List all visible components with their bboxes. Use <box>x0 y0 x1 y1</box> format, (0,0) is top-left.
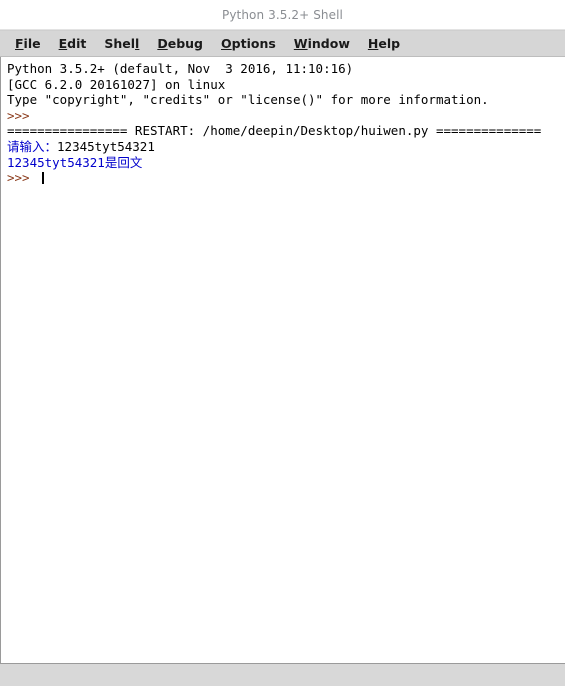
menu-item-file[interactable]: File <box>6 34 50 53</box>
menu-debug-rest: ebug <box>167 36 204 51</box>
menu-shell-pre: Shel <box>104 36 136 51</box>
shell-line-result: 12345tyt54321是回文 <box>7 154 143 170</box>
prompt-marker: >>> <box>7 107 38 123</box>
menu-shell-mnemonic: l <box>135 36 140 51</box>
shell-area: Python 3.5.2+ (default, Nov 3 2016, 11:1… <box>0 57 565 686</box>
menu-item-window[interactable]: Window <box>285 34 359 53</box>
menu-item-help[interactable]: Help <box>359 34 409 53</box>
menu-edit-rest: dit <box>67 36 87 51</box>
menu-window-rest: indow <box>307 36 350 51</box>
menu-item-options[interactable]: Options <box>212 34 285 53</box>
status-bar <box>0 664 565 686</box>
shell-line-input-prompt: 请输入：12345tyt54321 <box>7 139 565 155</box>
shell-line-banner-2: [GCC 6.2.0 20161027] on linux <box>7 76 226 92</box>
input-prompt-text: 请输入： <box>7 138 58 154</box>
shell-line-banner-1: Python 3.5.2+ (default, Nov 3 2016, 11:1… <box>7 61 354 76</box>
text-cursor <box>42 172 45 185</box>
menu-bar: File Edit Shell Debug Options Window Hel… <box>0 30 565 57</box>
shell-line-banner-3: Type "copyright", "credits" or "license(… <box>7 92 489 108</box>
menu-item-debug[interactable]: Debug <box>148 34 212 53</box>
shell-text-output[interactable]: Python 3.5.2+ (default, Nov 3 2016, 11:1… <box>0 57 565 664</box>
menu-help-rest: elp <box>378 36 401 51</box>
menu-file-mnemonic: F <box>15 36 24 51</box>
menu-file-rest: ile <box>23 36 41 51</box>
prompt-marker-active: >>> <box>7 170 38 186</box>
python-idle-shell-window: Python 3.5.2+ Shell File Edit Shell Debu… <box>0 0 565 686</box>
menu-options-mnemonic: O <box>221 36 232 51</box>
shell-line-restart: ================ RESTART: /home/deepin/D… <box>7 123 542 139</box>
menu-window-mnemonic: W <box>293 36 308 51</box>
menu-debug-mnemonic: D <box>157 36 168 51</box>
menu-edit-mnemonic: E <box>58 36 68 51</box>
shell-line-prompt-1: >>> <box>7 108 565 124</box>
menu-options-rest: ptions <box>231 36 276 51</box>
title-bar: Python 3.5.2+ Shell <box>0 0 565 30</box>
shell-line-prompt-2[interactable]: >>> <box>7 170 565 186</box>
menu-item-edit[interactable]: Edit <box>50 34 96 53</box>
menu-item-shell[interactable]: Shell <box>95 34 148 53</box>
user-input-text: 12345tyt54321 <box>57 138 155 154</box>
menu-help-mnemonic: H <box>367 36 379 51</box>
window-title: Python 3.5.2+ Shell <box>222 7 343 22</box>
